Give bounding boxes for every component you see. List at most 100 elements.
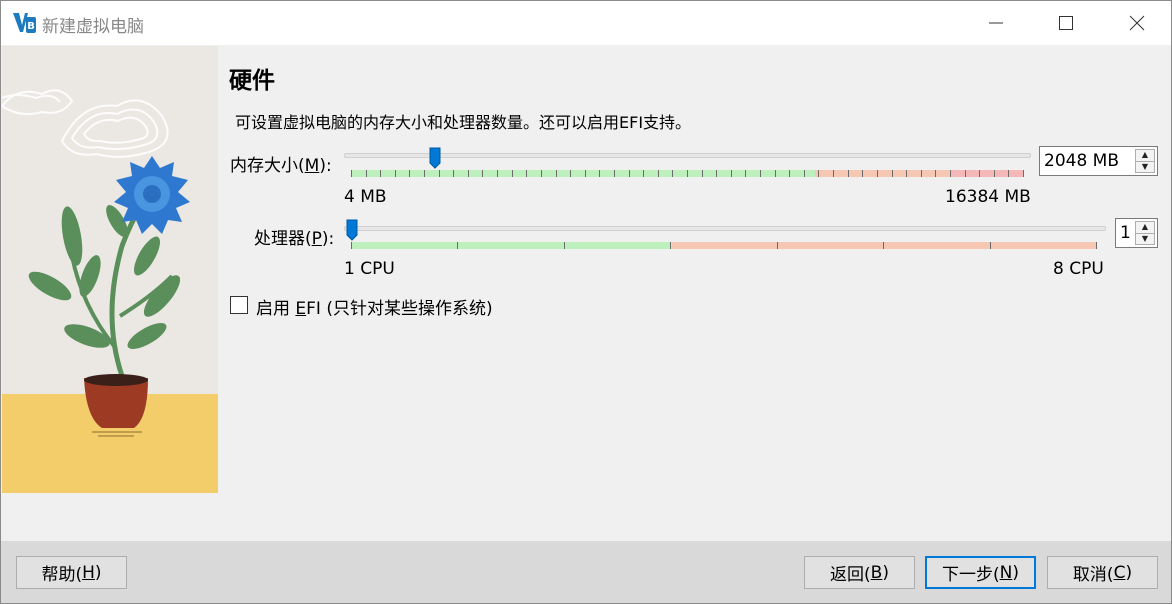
new-vm-wizard-window: B 新建虚拟电脑 硬件 可设置虚拟电脑的内存大小和处理器数量。还可以启用EFI支… (0, 0, 1172, 604)
chevron-up-icon: ▲ (1141, 150, 1149, 160)
enable-efi-checkbox[interactable] (230, 296, 248, 314)
processor-slider-track[interactable] (344, 226, 1106, 231)
help-button[interactable]: 帮助(H) (16, 556, 127, 589)
svg-text:B: B (27, 21, 35, 32)
slider-tick (366, 170, 367, 177)
wizard-illustration (2, 46, 218, 493)
slider-tick (658, 170, 659, 177)
slider-tick (760, 170, 761, 177)
slider-tick (599, 170, 600, 177)
back-button[interactable]: 返回(B) (804, 556, 915, 589)
memory-slider-ticks (351, 170, 1024, 177)
title-bar: B 新建虚拟电脑 (1, 1, 1171, 45)
slider-tick (457, 242, 458, 249)
slider-tick (979, 170, 980, 177)
enable-efi-label[interactable]: 启用 EFI (只针对某些操作系统) (256, 294, 493, 319)
memory-size-input[interactable]: 2048 MB (1044, 151, 1119, 171)
slider-tick (906, 170, 907, 177)
slider-tick (497, 170, 498, 177)
slider-tick (990, 242, 991, 249)
slider-tick (702, 170, 703, 177)
slider-tick (482, 170, 483, 177)
slider-tick (570, 170, 571, 177)
memory-slider-thumb[interactable] (429, 147, 441, 169)
slider-tick (424, 170, 425, 177)
slider-tick (564, 242, 565, 249)
processor-increase-button[interactable]: ▲ (1135, 221, 1155, 234)
slider-tick (716, 170, 717, 177)
slider-tick (950, 170, 951, 177)
slider-tick (862, 170, 863, 177)
processor-slider-ticks (351, 242, 1097, 249)
slider-tick (453, 170, 454, 177)
slider-tick (877, 170, 878, 177)
slider-tick (833, 170, 834, 177)
slider-tick (585, 170, 586, 177)
slider-tick (468, 170, 469, 177)
slider-tick (777, 242, 778, 249)
slider-tick (672, 170, 673, 177)
slider-tick (526, 170, 527, 177)
processor-count-spinbox[interactable]: 1 ▲ ▼ (1115, 218, 1158, 248)
chevron-down-icon: ▼ (1141, 161, 1149, 171)
slider-tick (1008, 170, 1009, 177)
slider-tick (380, 170, 381, 177)
memory-slider-track[interactable] (344, 153, 1031, 158)
slider-tick (409, 170, 410, 177)
slider-tick (395, 170, 396, 177)
slider-tick (818, 170, 819, 177)
memory-increase-button[interactable]: ▲ (1135, 149, 1155, 162)
maximize-button[interactable] (1043, 1, 1089, 45)
close-icon (1129, 15, 1145, 31)
slider-tick (351, 242, 352, 249)
memory-decrease-button[interactable]: ▼ (1135, 161, 1155, 173)
slider-tick (848, 170, 849, 177)
window-title: 新建虚拟电脑 (42, 17, 144, 37)
minimize-button[interactable] (973, 1, 1019, 45)
slider-tick (629, 170, 630, 177)
page-heading: 硬件 (229, 68, 275, 94)
slider-tick (804, 170, 805, 177)
memory-size-spinbox[interactable]: 2048 MB ▲ ▼ (1039, 146, 1158, 176)
slider-tick (892, 170, 893, 177)
slider-tick (935, 170, 936, 177)
processor-slider-thumb[interactable] (346, 219, 358, 241)
slider-tick (687, 170, 688, 177)
wizard-footer: 帮助(H) 返回(B) 下一步(N) 取消(C) (1, 541, 1171, 603)
slider-tick (1096, 242, 1097, 249)
memory-min-label: 4 MB (344, 187, 387, 207)
processor-count-input[interactable]: 1 (1120, 223, 1131, 243)
close-button[interactable] (1114, 1, 1160, 45)
processor-label: 处理器(P): (254, 229, 335, 249)
page-description: 可设置虚拟电脑的内存大小和处理器数量。还可以启用EFI支持。 (235, 113, 692, 132)
slider-tick (643, 170, 644, 177)
slider-tick (541, 170, 542, 177)
processor-decrease-button[interactable]: ▼ (1135, 233, 1155, 245)
chevron-up-icon: ▲ (1141, 222, 1149, 232)
slider-tick (731, 170, 732, 177)
chevron-down-icon: ▼ (1141, 233, 1149, 243)
memory-max-label: 16384 MB (945, 187, 1031, 207)
processor-min-label: 1 CPU (344, 259, 395, 279)
slider-tick (883, 242, 884, 249)
next-button[interactable]: 下一步(N) (925, 556, 1036, 589)
slider-tick (614, 170, 615, 177)
slider-tick (439, 170, 440, 177)
maximize-icon (1059, 16, 1073, 30)
cancel-button[interactable]: 取消(C) (1047, 556, 1158, 589)
slider-tick (789, 170, 790, 177)
minimize-icon (989, 22, 1003, 24)
slider-tick (351, 170, 352, 177)
slider-tick (775, 170, 776, 177)
slider-tick (512, 170, 513, 177)
slider-tick (994, 170, 995, 177)
slider-tick (1023, 170, 1024, 177)
slider-tick (745, 170, 746, 177)
slider-tick (965, 170, 966, 177)
slider-tick (921, 170, 922, 177)
virtualbox-app-icon: B (13, 13, 36, 33)
memory-size-label: 内存大小(M): (230, 156, 332, 176)
processor-max-label: 8 CPU (1053, 259, 1104, 279)
slider-tick (670, 242, 671, 249)
slider-tick (556, 170, 557, 177)
